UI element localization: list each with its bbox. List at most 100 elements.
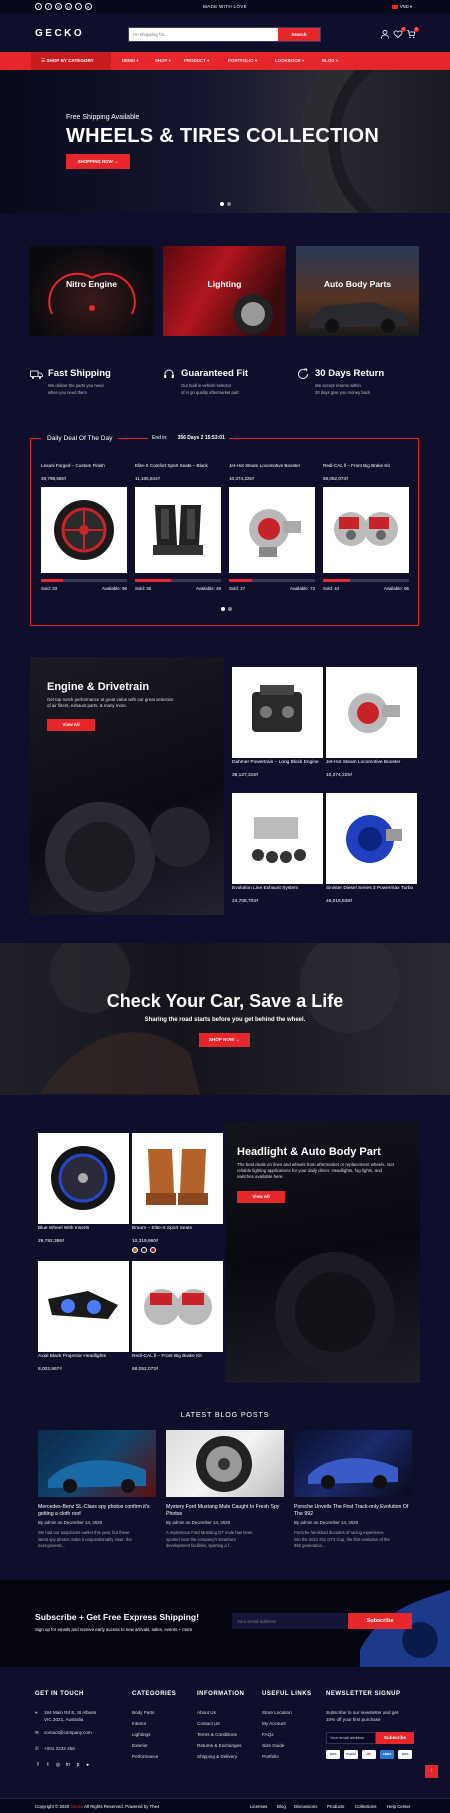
nav-item-demo[interactable]: DEMO ▾ <box>122 52 139 70</box>
product-image[interactable] <box>323 487 409 573</box>
product-name[interactable]: Redi-CAL ll – Front Big Brake Kit <box>132 1354 230 1360</box>
blog-title[interactable]: Porsche Unveils The First Track-only Evo… <box>294 1504 412 1518</box>
cart-icon[interactable]: 0 <box>406 27 419 39</box>
product-image[interactable] <box>232 667 323 758</box>
bottom-link[interactable]: Collections <box>355 1804 376 1809</box>
deal-product[interactable]: Lexani Forged – Custom Finish 29,798,556… <box>41 463 127 591</box>
bottom-link[interactable]: Products <box>327 1804 344 1809</box>
color-swatch[interactable] <box>141 1247 147 1253</box>
product-image[interactable] <box>326 793 417 884</box>
footer-link[interactable]: Contact Us <box>197 1721 220 1726</box>
view-all-button[interactable]: View All <box>47 719 95 731</box>
blog-title[interactable]: Mercedes-Benz SL-Class spy photos confir… <box>38 1504 156 1518</box>
product-image[interactable] <box>38 1133 129 1224</box>
view-all-button[interactable]: View All <box>237 1191 285 1203</box>
product-name[interactable]: Elite-X Comfort Sport Seats – Black <box>135 463 221 475</box>
product-name[interactable]: Braum – Elite-X Sport Seats <box>132 1226 230 1232</box>
product-name[interactable]: Jet-Hot Steam Locomotive Booster <box>229 463 315 475</box>
footer-heading: INFORMATION <box>197 1691 245 1697</box>
footer-link[interactable]: FAQs <box>262 1732 274 1737</box>
blog-title[interactable]: Mystery Ford Mustang Mule Caught In Fres… <box>166 1504 284 1518</box>
product-image[interactable] <box>38 1261 129 1352</box>
deal-product[interactable]: Elite-X Comfort Sport Seats – Black 11,1… <box>135 463 221 591</box>
product-name[interactable]: Sinister Diesel Series 3 Powermax Turbo <box>326 886 424 892</box>
search-input[interactable] <box>129 28 279 41</box>
facebook-icon[interactable]: f <box>35 1762 41 1768</box>
logo[interactable]: GECKO <box>35 28 84 39</box>
product-image[interactable] <box>326 667 417 758</box>
slider-dot[interactable] <box>221 607 225 611</box>
car-wheel-image <box>233 294 273 334</box>
footer-link[interactable]: Terms & Conditions <box>197 1732 237 1737</box>
product-name[interactable]: Jet-Hot Steam Locomotive Booster <box>326 760 424 766</box>
product-image[interactable] <box>132 1133 223 1224</box>
footer-phone[interactable]: +001 2233 456 <box>44 1746 75 1751</box>
deal-product[interactable]: Jet-Hot Steam Locomotive Booster 10,374,… <box>229 463 315 591</box>
product-name[interactable]: Redi-CAL ll – Front Big Brake Kit <box>323 463 409 475</box>
deal-product[interactable]: Redi-CAL ll – Front Big Brake Kit 68,052… <box>323 463 409 591</box>
footer-link[interactable]: Returns & Exchanges <box>197 1743 241 1748</box>
product-image[interactable] <box>229 487 315 573</box>
language-selector[interactable]: VND ▾ <box>391 4 412 9</box>
footer-link[interactable]: Exterior <box>132 1743 148 1748</box>
bottom-link[interactable]: Discussions <box>294 1804 317 1809</box>
footer-link[interactable]: Lightings <box>132 1732 150 1737</box>
linkedin-icon[interactable]: in <box>65 1762 71 1768</box>
product-image[interactable] <box>135 487 221 573</box>
product-name[interactable]: Evolution Line Exhaust System <box>232 886 330 892</box>
search-button[interactable]: Search <box>278 28 320 41</box>
pinterest-icon[interactable]: p <box>75 1762 81 1768</box>
newsletter-email-input[interactable] <box>232 1613 347 1629</box>
bottom-link[interactable]: Blog <box>277 1804 286 1809</box>
footer-link[interactable]: Interior <box>132 1721 146 1726</box>
product-image[interactable] <box>232 793 323 884</box>
footer-link[interactable]: About Us <box>197 1710 216 1715</box>
footer-link[interactable]: Performance <box>132 1754 158 1759</box>
product-image[interactable] <box>132 1261 223 1352</box>
footer-link[interactable]: My Account <box>262 1721 286 1726</box>
copyright-brand-link[interactable]: Gecko <box>70 1804 83 1809</box>
bottom-link[interactable]: Licenses <box>250 1804 267 1809</box>
footer-link[interactable]: Size Guide <box>262 1743 284 1748</box>
blog-image[interactable] <box>38 1430 156 1497</box>
blog-image[interactable] <box>294 1430 412 1497</box>
wishlist-icon[interactable]: 0 <box>393 27 406 39</box>
nav-item-product[interactable]: PRODUCT ▾ <box>184 52 209 70</box>
nav-item-shop[interactable]: SHOP ▾ <box>155 52 171 70</box>
twitter-icon[interactable]: t <box>45 1762 51 1768</box>
shop-by-category-button[interactable]: ☰ SHOP BY CATEGORY <box>31 52 111 70</box>
back-to-top-button[interactable]: ↑ <box>425 1765 438 1778</box>
blog-image[interactable] <box>166 1430 284 1497</box>
account-icon[interactable] <box>380 29 390 39</box>
slider-dot[interactable] <box>220 202 224 206</box>
color-swatch[interactable] <box>132 1247 138 1253</box>
product-name[interactable]: Lexani Forged – Custom Finish <box>41 463 127 475</box>
color-swatch[interactable] <box>150 1247 156 1253</box>
nav-item-lookbook[interactable]: LOOKBOOK ▾ <box>275 52 304 70</box>
hero-shop-button[interactable]: SHOPPING NOW → <box>66 154 130 169</box>
footer-link[interactable]: Portfolio <box>262 1754 279 1759</box>
footer-email-input[interactable]: Your email address <box>326 1732 376 1744</box>
slider-dot[interactable] <box>228 607 232 611</box>
slider-dot[interactable] <box>227 202 231 206</box>
product-name[interactable]: Blue Wheel With Inserts <box>38 1226 136 1232</box>
youtube-icon[interactable]: ▸ <box>85 1762 91 1768</box>
footer-subscribe-button[interactable]: Subscribe <box>376 1732 414 1744</box>
footer-email[interactable]: contact@company.com <box>44 1730 92 1735</box>
nav-item-portfolio[interactable]: PORTFOLIO ▾ <box>228 52 257 70</box>
bottom-link[interactable]: Help Center <box>387 1804 410 1809</box>
product-name[interactable]: Dahmer Powertrain – Long Block Engine <box>232 760 330 766</box>
product-image[interactable] <box>41 487 127 573</box>
instagram-icon[interactable]: ◎ <box>55 1762 61 1768</box>
nav-item-blog[interactable]: BLOG ▾ <box>322 52 338 70</box>
newsletter-subscribe-button[interactable]: Subscribe <box>348 1613 412 1629</box>
category-lighting[interactable]: Lighting <box>163 246 286 336</box>
headlight-banner: Headlight & Auto Body Part The best deal… <box>225 1122 420 1383</box>
footer-link[interactable]: Body Parts <box>132 1710 154 1715</box>
product-name[interactable]: Axial Black Projector Headlights <box>38 1354 136 1360</box>
footer-link[interactable]: Store Location <box>262 1710 292 1715</box>
cta-shop-button[interactable]: SHOP NOW → <box>199 1033 250 1047</box>
footer-link[interactable]: Shipping & Delivery <box>197 1754 237 1759</box>
category-nitro-engine[interactable]: Nitro Engine <box>30 246 153 336</box>
category-auto-body-parts[interactable]: Auto Body Parts <box>296 246 419 336</box>
